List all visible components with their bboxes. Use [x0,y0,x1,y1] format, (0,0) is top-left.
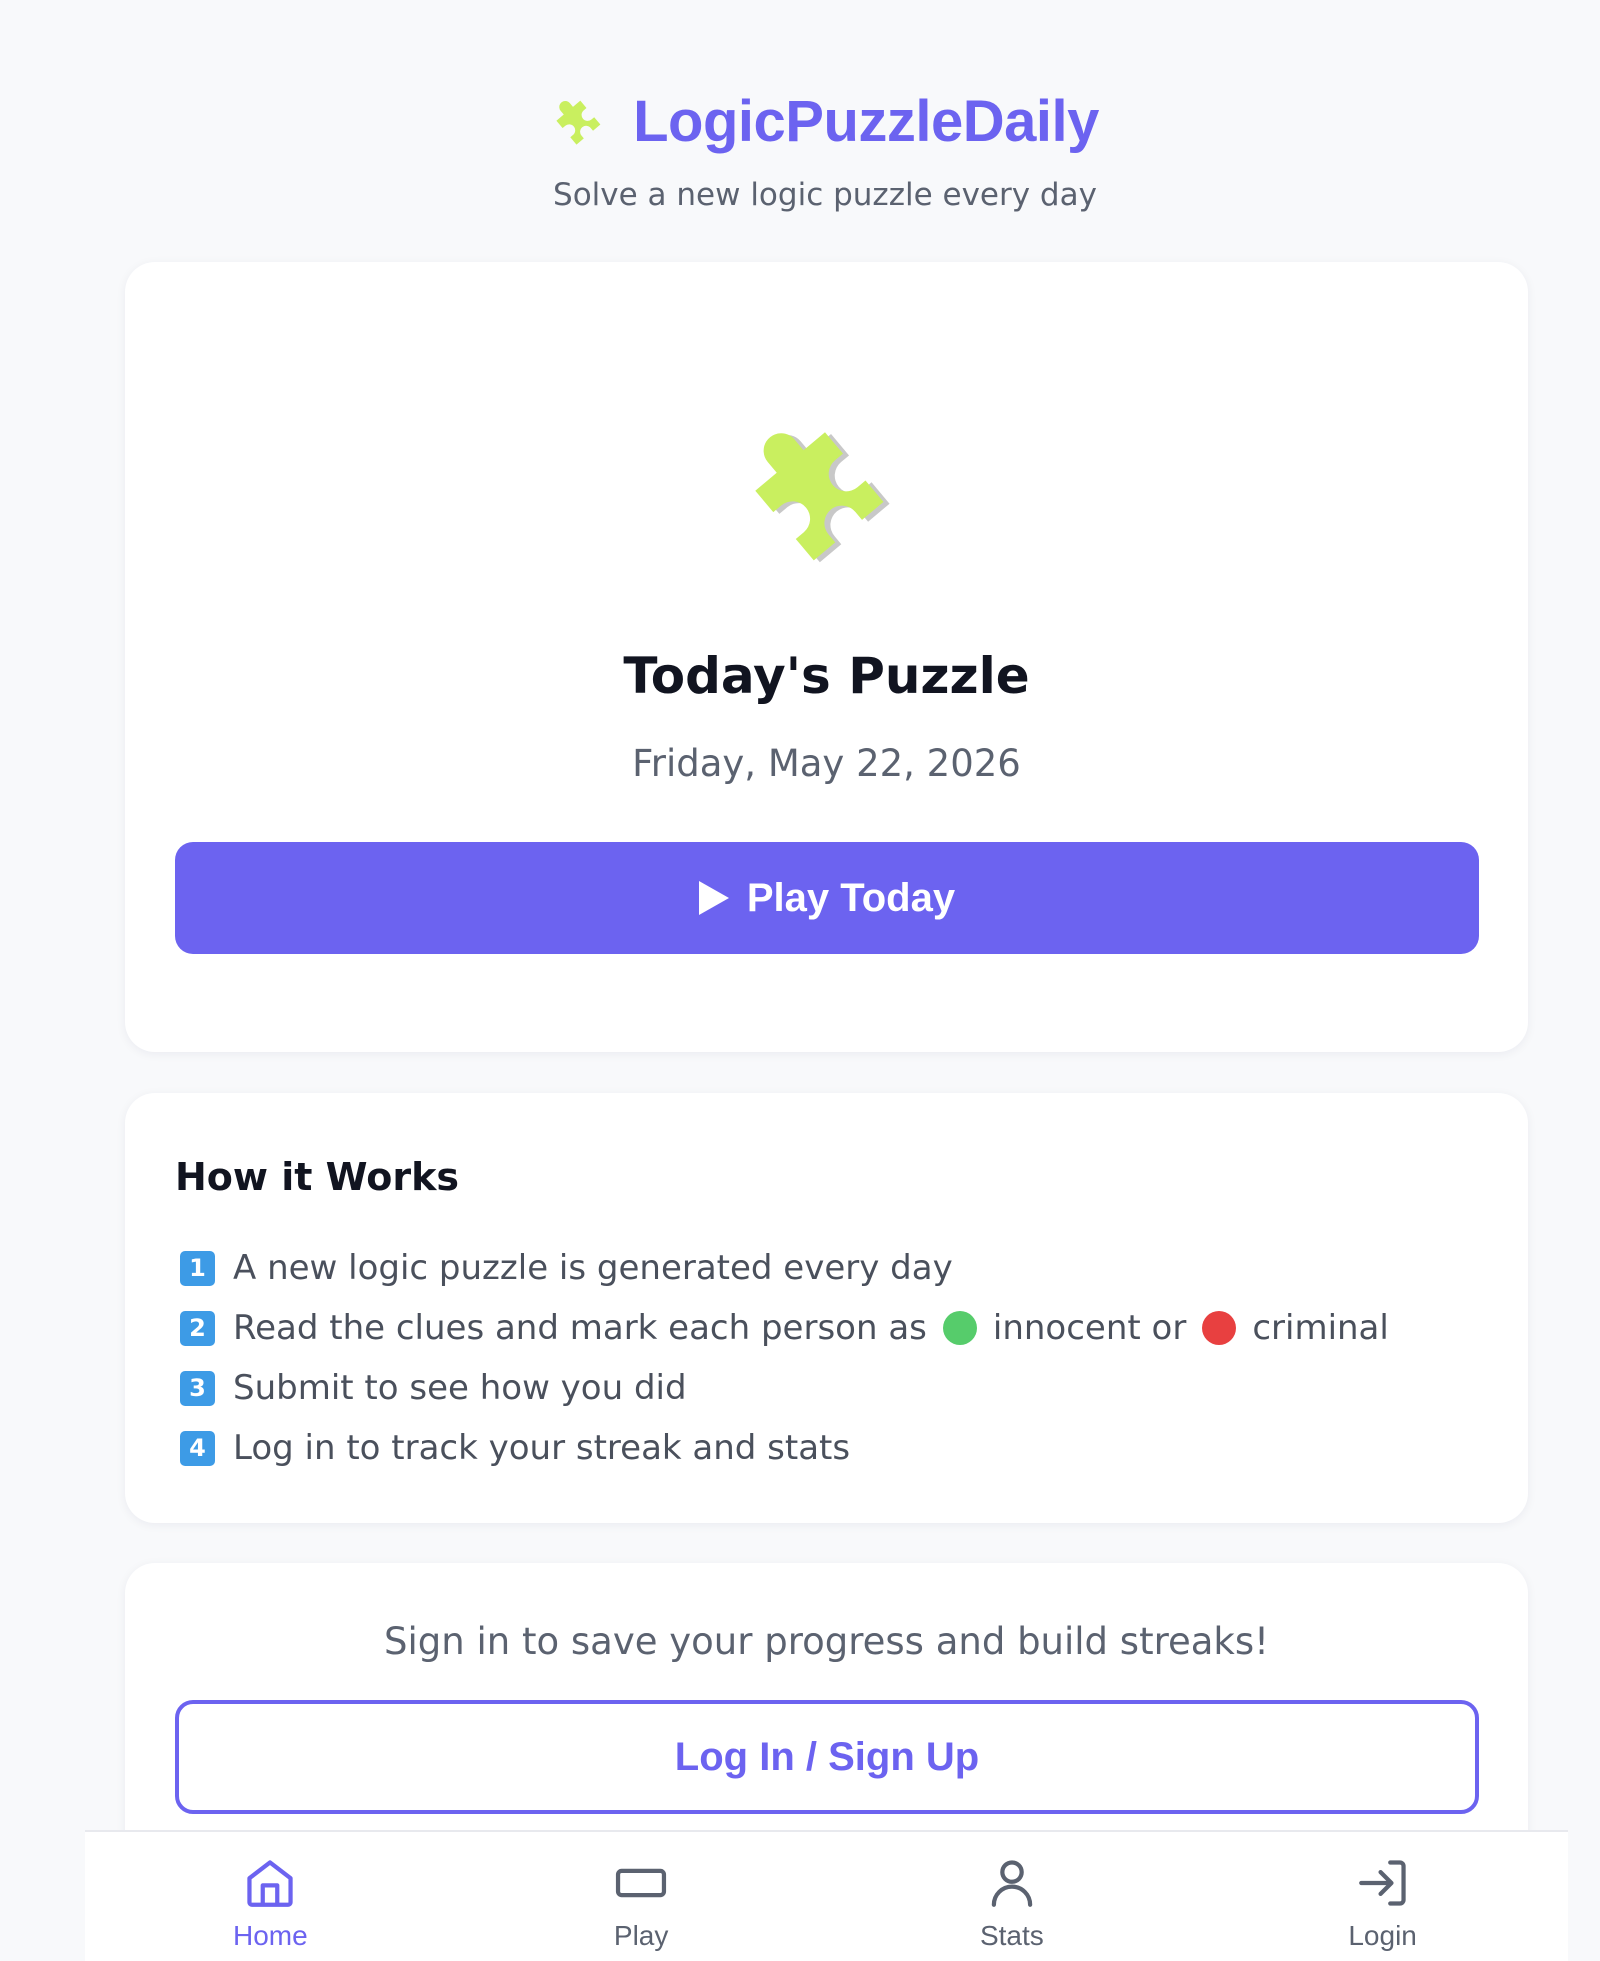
number-1-icon: 1 [180,1250,215,1286]
nav-item-home[interactable]: Home [85,1832,456,1961]
sign-in-prompt: Sign in to save your progress and build … [384,1620,1269,1663]
puzzle-date: Friday, May 22, 2026 [632,742,1021,785]
green-circle-icon [942,1311,977,1345]
todays-puzzle-title: Today's Puzzle [623,647,1030,705]
app-title: LogicPuzzleDaily [633,89,1099,154]
nav-item-stats[interactable]: Stats [827,1832,1198,1961]
how-it-works-card: How it Works 1 A new logic puzzle is gen… [125,1093,1528,1523]
step-text-criminal: criminal [1252,1308,1389,1348]
nav-label-home: Home [233,1920,308,1951]
number-4-icon: 4 [180,1430,215,1466]
list-item: 3 Submit to see how you did [180,1358,1389,1418]
number-2-icon: 2 [180,1310,215,1346]
play-today-label: Play Today [746,875,956,920]
play-icon [616,1868,667,1898]
user-icon [991,1860,1033,1907]
app-subtitle: Solve a new logic puzzle every day [553,177,1097,213]
list-item: 2 Read the clues and mark each person as… [180,1298,1389,1358]
brand: LogicPuzzleDaily [50,88,1600,155]
play-today-button[interactable]: Play Today [175,842,1479,954]
header: LogicPuzzleDaily Solve a new logic puzzl… [0,88,1600,213]
todays-puzzle-card: Today's Puzzle Friday, May 22, 2026 Play… [125,262,1528,1052]
step-text: Read the clues and mark each person as [233,1308,927,1348]
nav-item-play[interactable]: Play [456,1832,827,1961]
step-text-innocent: innocent or [992,1308,1187,1348]
list-item: 1 A new logic puzzle is generated every … [180,1238,1389,1298]
nav-label-stats: Stats [979,1920,1044,1951]
how-it-works-title: How it Works [175,1155,459,1199]
list-item: 4 Log in to track your streak and stats [180,1418,1389,1478]
number-3-icon: 3 [180,1370,215,1406]
step-text: Log in to track your streak and stats [233,1428,851,1468]
red-circle-icon [1202,1311,1237,1345]
puzzle-piece-icon [739,407,914,582]
how-it-works-list: 1 A new logic puzzle is generated every … [180,1238,1389,1478]
puzzle-piece-icon [551,92,611,152]
step-text: Submit to see how you did [233,1368,687,1408]
nav-item-login[interactable]: Login [1197,1832,1568,1961]
page: LogicPuzzleDaily Solve a new logic puzzl… [0,0,1600,1961]
login-icon [1358,1860,1406,1906]
play-triangle-icon [698,881,729,915]
nav-label-play: Play [613,1920,669,1951]
login-signup-button[interactable]: Log In / Sign Up [175,1700,1479,1814]
nav-label-login: Login [1348,1920,1417,1951]
step-text: A new logic puzzle is generated every da… [233,1248,953,1288]
home-icon [247,1860,294,1907]
bottom-nav: Home Play Stats Login [85,1830,1568,1961]
